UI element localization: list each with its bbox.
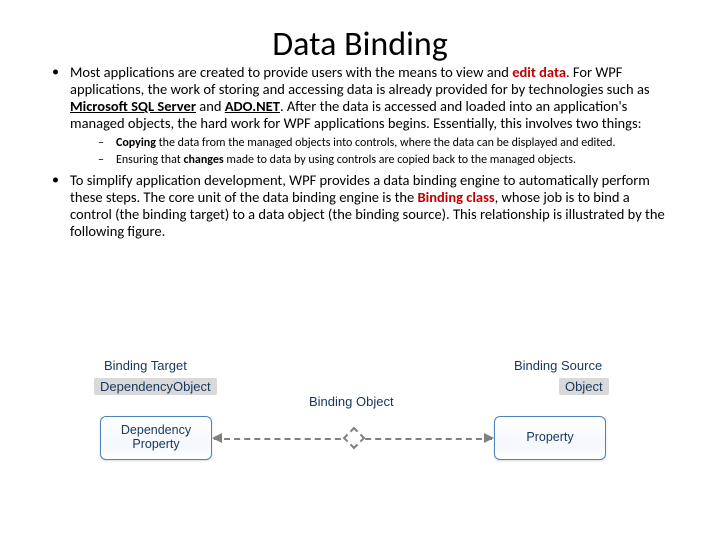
- arrow-left-icon: [212, 433, 222, 443]
- label-dependency-object: DependencyObject: [94, 378, 217, 395]
- bullet-2: To simplify application development, WPF…: [52, 172, 668, 240]
- edit-data: edit data: [512, 63, 566, 81]
- diamond-icon: [343, 427, 366, 450]
- text: Most applications are created to provide…: [70, 63, 512, 81]
- changes: changes: [183, 153, 223, 167]
- box-property: Property: [494, 416, 606, 460]
- label-binding-target: Binding Target: [104, 358, 187, 373]
- sub-bullet-1: Copying the data from the managed object…: [98, 136, 668, 151]
- arrow-right-icon: [484, 433, 494, 443]
- binding-diagram: Binding Target Binding Source Dependency…: [94, 358, 614, 508]
- box-dependency-property: Dependency Property: [100, 416, 212, 460]
- label-binding-object: Binding Object: [309, 394, 394, 409]
- binding-class: Binding class: [418, 188, 495, 206]
- ado-net: ADO.NET: [225, 97, 280, 115]
- sub-bullet-2: Ensuring that changes made to data by us…: [98, 153, 668, 168]
- bullet-1: Most applications are created to provide…: [52, 64, 668, 168]
- text: made to data by using controls are copie…: [224, 153, 576, 167]
- sql-server: Microsoft SQL Server: [70, 97, 196, 115]
- text: Ensuring that: [116, 153, 183, 167]
- slide-title: Data Binding: [0, 0, 720, 62]
- text: and: [196, 97, 225, 115]
- label-binding-source: Binding Source: [514, 358, 602, 373]
- copying: Copying: [116, 136, 156, 150]
- label-object: Object: [559, 378, 609, 395]
- slide-body: Most applications are created to provide…: [0, 64, 720, 240]
- text: the data from the managed objects into c…: [156, 136, 616, 150]
